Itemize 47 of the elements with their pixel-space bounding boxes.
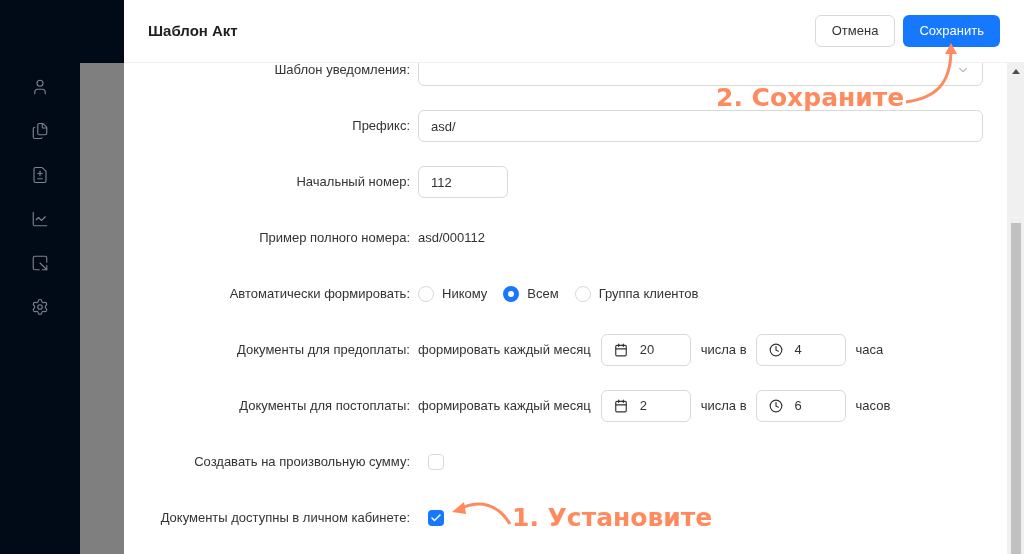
clock-icon: [768, 343, 783, 357]
annotation-text: 1. Установите: [512, 502, 713, 534]
scrollbar-thumb[interactable]: [1010, 223, 1021, 554]
checkbox[interactable]: [428, 510, 444, 526]
field-text: часа: [855, 341, 884, 360]
check-icon: [430, 512, 442, 524]
field-label: Начальный номер:: [296, 173, 410, 192]
calendar-icon: [613, 399, 628, 413]
select-field[interactable]: [418, 63, 983, 86]
field-text: формировать каждый месяц: [418, 397, 591, 416]
field-text: числа в: [700, 397, 747, 416]
field-text: числа в: [700, 341, 747, 360]
input-field[interactable]: asd/: [418, 110, 983, 142]
edit-icon[interactable]: [31, 254, 49, 272]
field-label: Документы для постоплаты:: [239, 397, 410, 416]
day-field[interactable]: 20: [600, 334, 691, 366]
document-icon[interactable]: [31, 166, 49, 184]
field-label: Префикс:: [352, 117, 410, 136]
field-text: часов: [855, 397, 891, 416]
field-label: Шаблон уведомления:: [274, 63, 410, 80]
drawer-title: Шаблон Акт: [148, 20, 238, 41]
field-label: Автоматически формировать:: [229, 285, 410, 304]
save-button[interactable]: Сохранить: [903, 15, 1000, 47]
field-value: asd/000112: [418, 229, 485, 248]
clock-icon: [768, 399, 783, 413]
user-icon[interactable]: [31, 78, 49, 96]
radio-option[interactable]: Группа клиентов: [574, 284, 699, 304]
cancel-button[interactable]: Отмена: [814, 15, 896, 47]
field-label: Создавать на произвольную сумму:: [194, 453, 410, 472]
field-label: Документы для предоплаты:: [237, 341, 410, 360]
checkbox[interactable]: [428, 454, 444, 470]
chart-icon[interactable]: [31, 210, 49, 228]
field-text: формировать каждый месяц: [418, 341, 591, 360]
scrollbar[interactable]: [1007, 63, 1024, 554]
settings-icon[interactable]: [31, 298, 49, 316]
input-field[interactable]: 112: [418, 166, 508, 198]
radio-option[interactable]: Всем: [503, 284, 559, 304]
field-label: Документы доступны в личном кабинете:: [160, 509, 410, 528]
scroll-up-icon[interactable]: [1011, 69, 1020, 74]
radio-button[interactable]: [503, 286, 520, 302]
day-field[interactable]: 2: [600, 390, 691, 422]
hour-field[interactable]: 4: [755, 334, 846, 366]
calendar-icon: [613, 343, 628, 357]
radio-option[interactable]: Никому: [418, 284, 488, 304]
documents-icon[interactable]: [31, 122, 49, 140]
hour-field[interactable]: 6: [755, 390, 846, 422]
field-label: Пример полного номера:: [259, 229, 410, 248]
